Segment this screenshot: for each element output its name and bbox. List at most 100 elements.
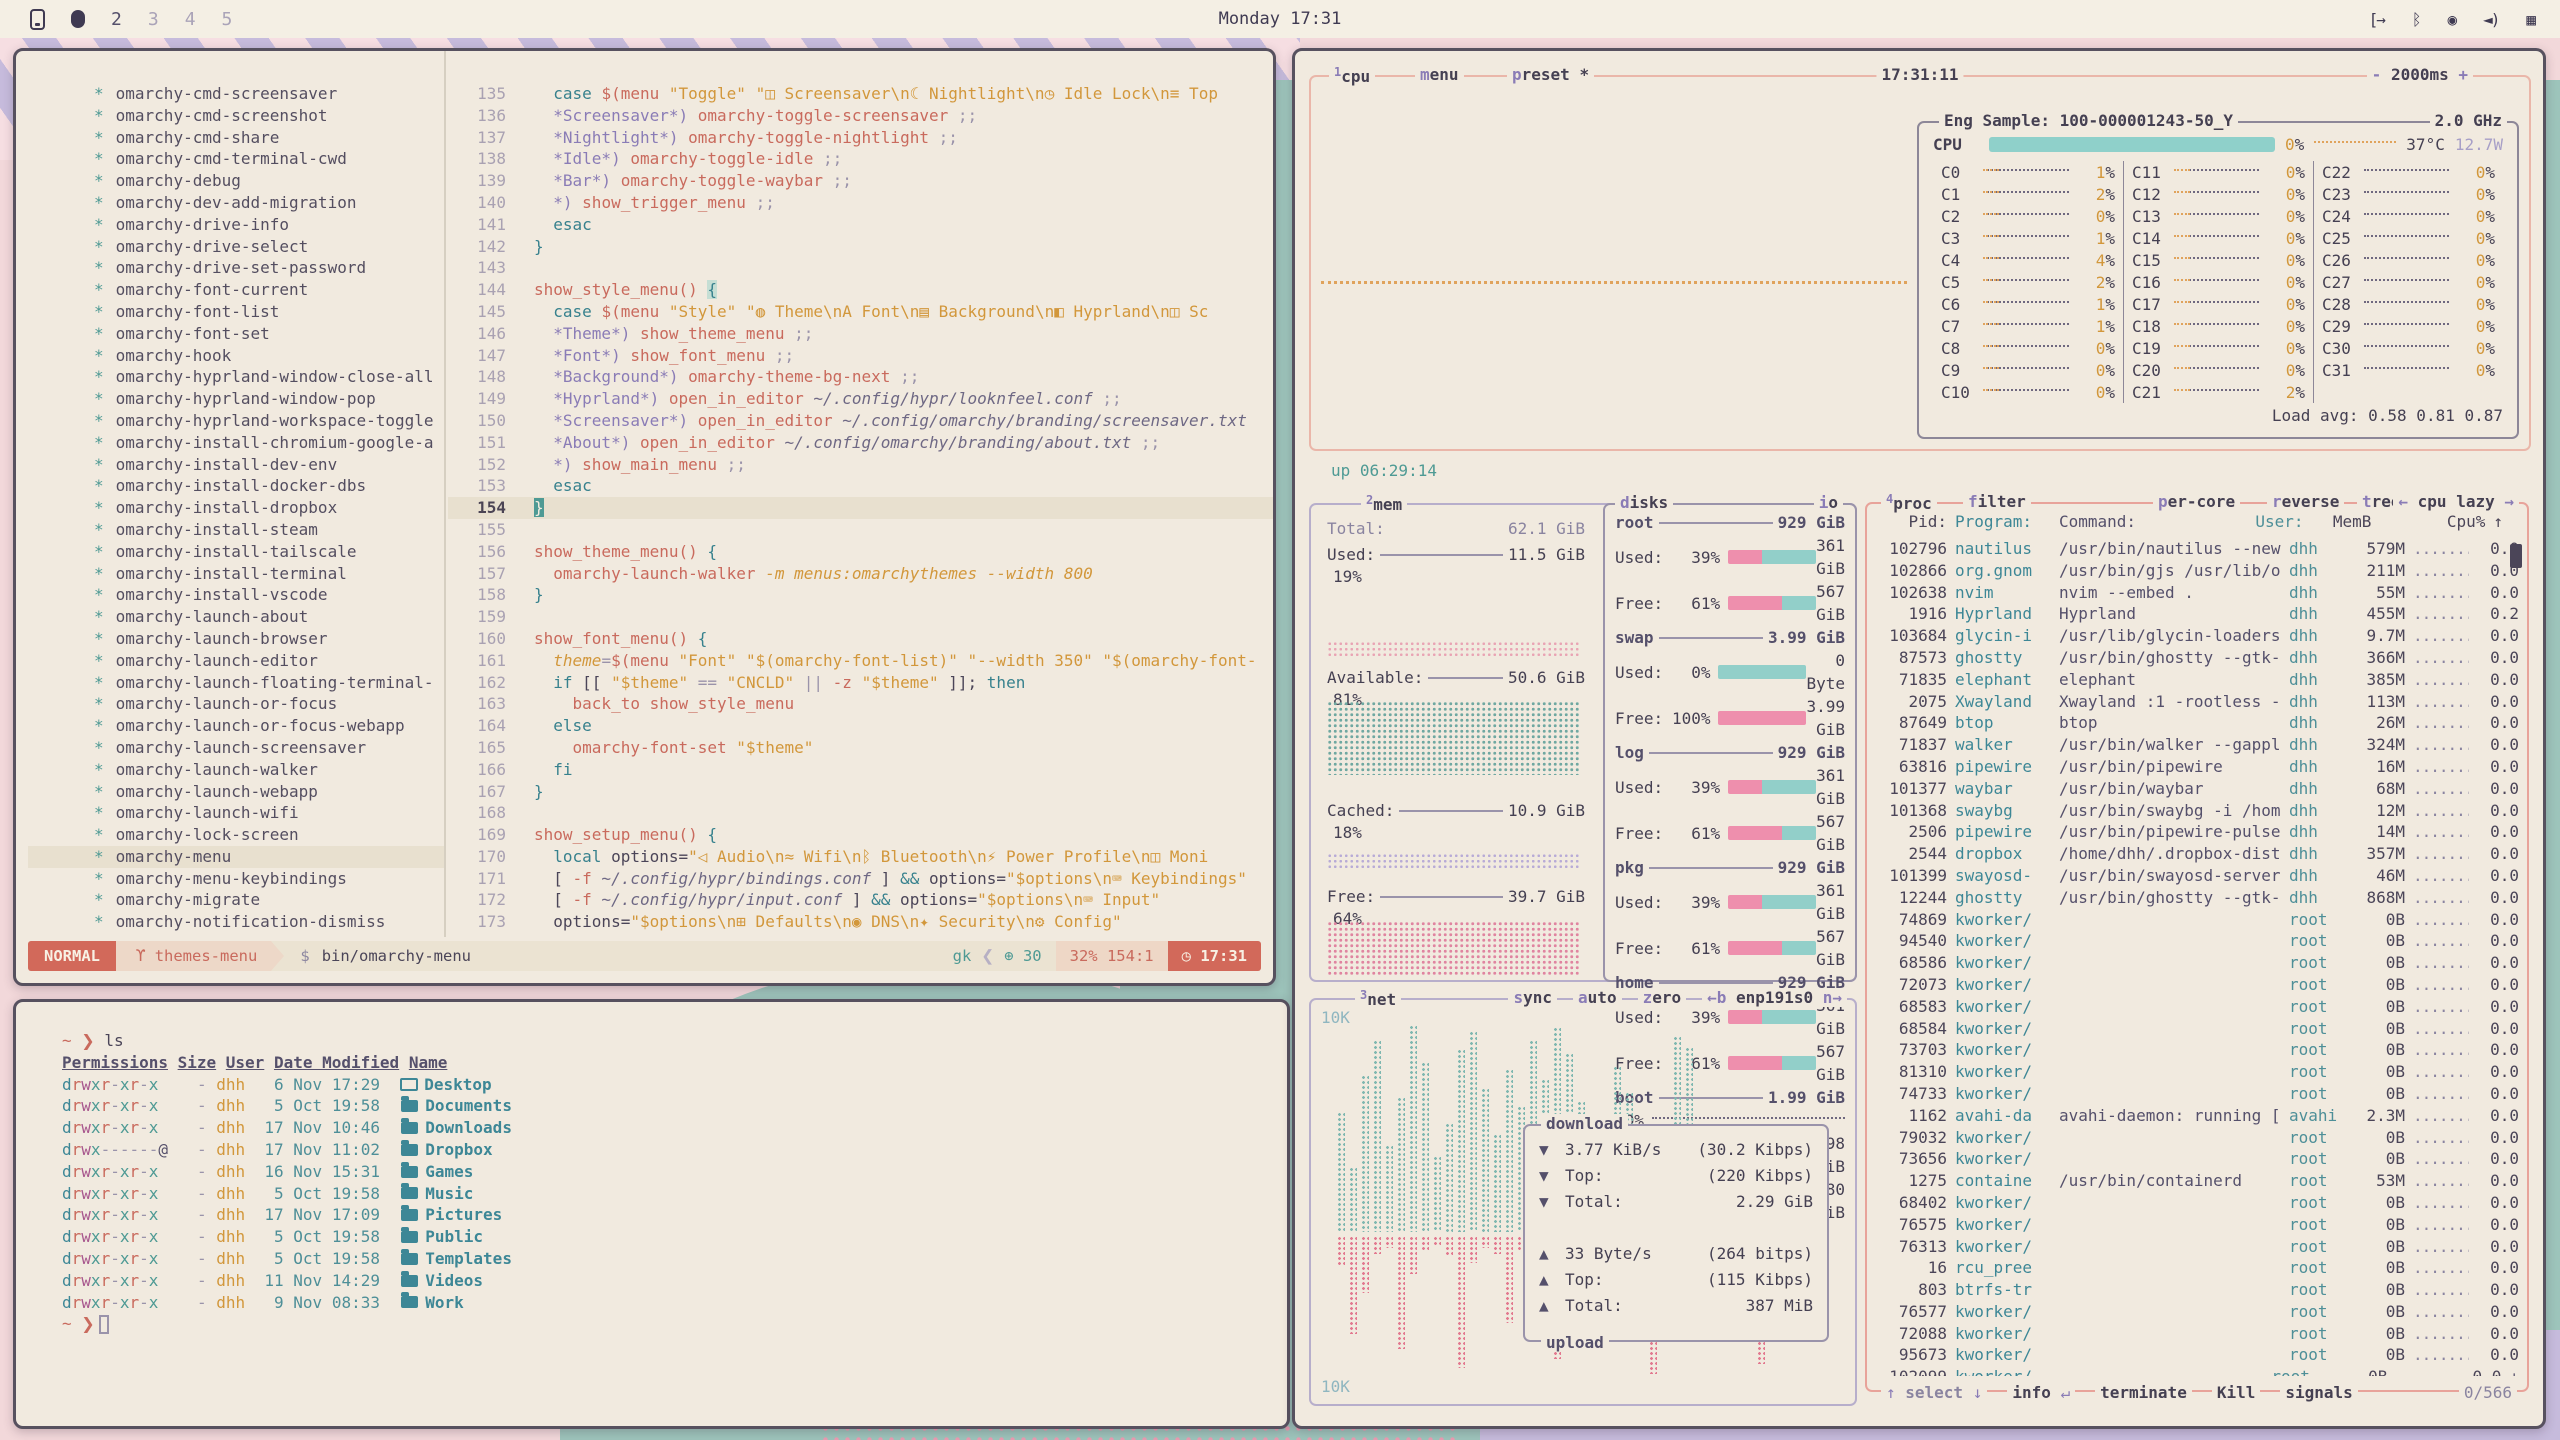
file-item[interactable]: *omarchy-launch-screensaver [28,737,444,759]
code-line[interactable]: 147 *Font*) show_font_menu ;; [448,345,1273,367]
code-line[interactable]: 142} [448,236,1273,258]
file-item[interactable]: *omarchy-drive-select [28,236,444,258]
process-row[interactable]: 101368swaybg/usr/bin/swaybg -i /homdhh12… [1877,800,2519,822]
file-item[interactable]: *omarchy-launch-browser [28,628,444,650]
process-row[interactable]: 68584kworker/root0B.........0.0 [1877,1018,2519,1040]
file-item[interactable]: *omarchy-notification-dismiss [28,911,444,933]
file-item[interactable]: *omarchy-menu [28,846,444,868]
file-item[interactable]: *omarchy-launch-wifi [28,802,444,824]
process-row[interactable]: 74869kworker/root0B.........0.0 [1877,909,2519,931]
code-line[interactable]: 141 esac [448,214,1273,236]
code-line[interactable]: 135 case $(menu "Toggle" "◫ Screensaver\… [448,83,1273,105]
process-row[interactable]: 1916HyprlandHyprlanddhh455M.........0.2 [1877,603,2519,625]
ls-row[interactable]: drwxr-xr-x - dhh 5 Oct 19:58 Music [62,1183,1287,1205]
code-line[interactable]: 149 *Hyprland*) open_in_editor ~/.config… [448,388,1273,410]
code-line[interactable]: 152 *) show_main_menu ;; [448,454,1273,476]
file-item[interactable]: *omarchy-drive-set-password [28,257,444,279]
process-row[interactable]: 87573ghostty/usr/bin/ghostty --gtk-dhh36… [1877,647,2519,669]
file-item[interactable]: *omarchy-hyprland-workspace-toggle [28,410,444,432]
system-tray[interactable]: [→ᛒ◉◄)▦ [2369,10,2560,29]
file-item[interactable]: *omarchy-cmd-share [28,127,444,149]
process-row[interactable]: 2544dropbox/home/dhh/.dropbox-distdhh357… [1877,843,2519,865]
file-item[interactable]: *omarchy-dev-add-migration [28,192,444,214]
tab-proc[interactable]: 4proc [1881,492,1937,513]
process-row[interactable]: 71835elephantelephantdhh385M.........0.0 [1877,669,2519,691]
proc-action-signals[interactable]: signals [2280,1383,2357,1402]
code-line[interactable]: 168 [448,802,1273,824]
code-line[interactable]: 158} [448,584,1273,606]
proc-action-select[interactable]: ↑ select ↓ [1881,1383,1987,1402]
network-icon[interactable]: ◉ [2447,10,2455,29]
code-line[interactable]: 174 [448,933,1273,937]
file-item[interactable]: *omarchy-font-set [28,323,444,345]
tab-cpu[interactable]: 1cpu [1329,65,1375,86]
file-item[interactable]: *omarchy-font-current [28,279,444,301]
proc-action-info[interactable]: info ↵ [2007,1383,2075,1402]
code-line[interactable]: 156show_theme_menu() { [448,541,1273,563]
code-line[interactable]: 169show_setup_menu() { [448,824,1273,846]
file-item[interactable]: *omarchy-migrate [28,889,444,911]
tab-zero[interactable]: zero [1638,988,1687,1007]
process-row[interactable]: 16rcu_preeroot0B.........0.0 [1877,1257,2519,1279]
process-row[interactable]: 803btrfs-trroot0B.........0.0 [1877,1279,2519,1301]
file-item[interactable]: *omarchy-lock-screen [28,824,444,846]
file-item[interactable]: *omarchy-install-dev-env [28,454,444,476]
process-row[interactable]: 76313kworker/root0B.........0.0 [1877,1236,2519,1258]
process-row[interactable]: 101399swayosd-/usr/bin/swayosd-serverdhh… [1877,865,2519,887]
file-item[interactable]: *omarchy-launch-walker [28,759,444,781]
ls-row[interactable]: drwx------@ - dhh 17 Nov 11:02 Dropbox [62,1139,1287,1161]
code-line[interactable]: 144show_style_menu() { [448,279,1273,301]
file-item[interactable]: *omarchy-cmd-screenshot [28,105,444,127]
code-line[interactable]: 138 *Idle*) omarchy-toggle-idle ;; [448,148,1273,170]
ls-row[interactable]: drwxr-xr-x - dhh 16 Nov 15:31 Games [62,1161,1287,1183]
file-item[interactable]: *omarchy-install-tailscale [28,541,444,563]
code-line[interactable]: 167} [448,781,1273,803]
process-row[interactable]: 73703kworker/root0B.........0.0 [1877,1039,2519,1061]
tab-auto[interactable]: auto [1573,988,1622,1007]
workspace-2[interactable]: 2 [111,9,122,30]
ls-row[interactable]: drwxr-xr-x - dhh 9 Nov 08:33 Work [62,1292,1287,1314]
file-item[interactable]: *omarchy-launch-webapp [28,781,444,803]
process-row[interactable]: 12244ghostty/usr/bin/ghostty --gtk-dhh86… [1877,887,2519,909]
code-buffer[interactable]: 135 case $(menu "Toggle" "◫ Screensaver\… [448,51,1273,937]
tab-sync[interactable]: sync [1508,988,1557,1007]
file-item[interactable]: *omarchy-install-docker-dbs [28,475,444,497]
code-line[interactable]: 154} [448,497,1273,519]
bluetooth-icon[interactable]: ᛒ [2412,10,2420,29]
code-line[interactable]: 145 case $(menu "Style" "◍ Theme\nA Font… [448,301,1273,323]
tab-net[interactable]: 3net [1355,988,1401,1009]
code-line[interactable]: 155 [448,519,1273,541]
code-line[interactable]: 140 *) show_trigger_menu ;; [448,192,1273,214]
file-item[interactable]: *omarchy-menu-keybindings [28,868,444,890]
tab-menu[interactable]: menu [1415,65,1464,84]
workspace-3[interactable]: 3 [148,9,159,30]
shell-prompt[interactable]: ~ ❯ [62,1313,1287,1335]
code-line[interactable]: 173 options="$options\n⊞ Defaults\n◉ DNS… [448,911,1273,933]
logout-icon[interactable]: [→ [2369,10,2384,29]
code-line[interactable]: 165 omarchy-font-set "$theme" [448,737,1273,759]
file-item[interactable]: *omarchy-debug [28,170,444,192]
code-line[interactable]: 163 back_to show_style_menu [448,693,1273,715]
file-item[interactable]: *omarchy-launch-floating-terminal- [28,672,444,694]
tab-per-core[interactable]: per-core [2153,492,2240,511]
file-item[interactable]: *omarchy-launch-about [28,606,444,628]
code-line[interactable]: 157 omarchy-launch-walker -m menus:omarc… [448,563,1273,585]
process-row[interactable]: 95673kworker/root0B.........0.0 [1877,1344,2519,1366]
process-row[interactable]: 102796nautilus/usr/bin/nautilus --newdhh… [1877,538,2519,560]
process-row[interactable]: 2506pipewire/usr/bin/pipewire-pulsedhh14… [1877,821,2519,843]
process-row[interactable]: 101377waybar/usr/bin/waybardhh68M.......… [1877,778,2519,800]
sort-selector[interactable]: ← cpu lazy → [2393,492,2519,511]
process-row[interactable]: 2075XwaylandXwayland :1 -rootless -dhh11… [1877,691,2519,713]
code-line[interactable]: 151 *About*) open_in_editor ~/.config/om… [448,432,1273,454]
update-interval[interactable]: - 2000ms + [2367,65,2473,84]
code-line[interactable]: 153 esac [448,475,1273,497]
file-item[interactable]: *omarchy-drive-info [28,214,444,236]
file-item[interactable]: *omarchy-hook [28,345,444,367]
code-line[interactable]: 171 [ -f ~/.config/hypr/bindings.conf ] … [448,868,1273,890]
code-line[interactable]: 139 *Bar*) omarchy-toggle-waybar ;; [448,170,1273,192]
workspace-1-active[interactable] [71,10,85,28]
process-row[interactable]: 94540kworker/root0B.........0.0 [1877,930,2519,952]
file-item[interactable]: *omarchy-pkg-add [28,933,444,937]
process-row[interactable]: 68583kworker/root0B.........0.0 [1877,996,2519,1018]
code-line[interactable]: 164 else [448,715,1273,737]
